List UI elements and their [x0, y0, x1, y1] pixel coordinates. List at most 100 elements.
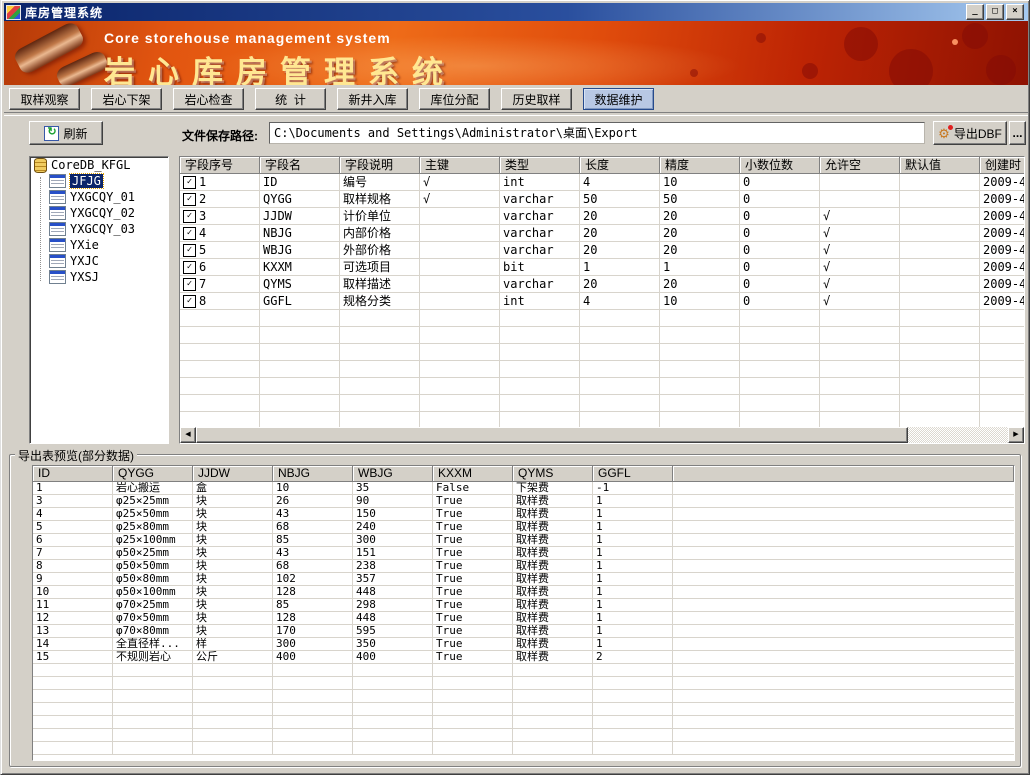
tree-item-YXGCQY_02[interactable]: YXGCQY_02: [30, 205, 168, 221]
checkbox-checked-icon[interactable]: ✓: [183, 176, 196, 189]
checkbox-checked-icon[interactable]: ✓: [183, 193, 196, 206]
preview-row[interactable]: 5φ25×80mm块68240True取样费1: [33, 521, 1014, 534]
preview-cell-NBJG: 85: [273, 534, 353, 547]
checkbox-checked-icon[interactable]: ✓: [183, 210, 196, 223]
checkbox-checked-icon[interactable]: ✓: [183, 261, 196, 274]
preview-cell-ID: 13: [33, 625, 113, 638]
empty-cell: [660, 378, 740, 395]
preview-row[interactable]: 6φ25×100mm块85300True取样费1: [33, 534, 1014, 547]
preview-column-header[interactable]: QYGG: [113, 466, 193, 482]
horizontal-scrollbar[interactable]: ◀ ▶: [180, 427, 1024, 443]
schema-column-header[interactable]: 长度: [580, 157, 660, 174]
tree-item-YXGCQY_03[interactable]: YXGCQY_03: [30, 221, 168, 237]
preview-cell-NBJG: 400: [273, 651, 353, 664]
checkbox-checked-icon[interactable]: ✓: [183, 295, 196, 308]
preview-row[interactable]: 14全直径样...样300350True取样费1: [33, 638, 1014, 651]
toolbar-button-5[interactable]: 新井入库: [337, 88, 408, 110]
tree-item-YXGCQY_01[interactable]: YXGCQY_01: [30, 189, 168, 205]
minimize-button[interactable]: _: [966, 4, 984, 20]
preview-column-header[interactable]: ID: [33, 466, 113, 482]
scrollbar-track[interactable]: [908, 427, 1008, 443]
tree-item-YXSJ[interactable]: YXSJ: [30, 269, 168, 285]
toolbar-button-3[interactable]: 岩心检查: [173, 88, 244, 110]
schema-column-header[interactable]: 小数位数: [740, 157, 820, 174]
preview-row[interactable]: 15不规则岩心公斤400400True取样费2: [33, 651, 1014, 664]
schema-column-header[interactable]: 允许空: [820, 157, 900, 174]
schema-column-header[interactable]: 精度: [660, 157, 740, 174]
preview-row[interactable]: 13φ70×80mm块170595True取样费1: [33, 625, 1014, 638]
preview-column-header[interactable]: GGFL: [593, 466, 673, 482]
schema-row[interactable]: ✓3JJDW计价单位varchar20200√2009-4-: [180, 208, 1024, 225]
schema-column-header[interactable]: 字段名: [260, 157, 340, 174]
preview-row[interactable]: 10φ50×100mm块128448True取样费1: [33, 586, 1014, 599]
title-bar[interactable]: 库房管理系统 _ □ ×: [4, 3, 1028, 21]
schema-row[interactable]: ✓8GGFL规格分类int4100√2009-4-: [180, 293, 1024, 310]
toolbar-button-8[interactable]: 数据维护: [583, 88, 654, 110]
decor-circle: [889, 49, 933, 85]
preview-row[interactable]: 12φ70×50mm块128448True取样费1: [33, 612, 1014, 625]
schema-cell-pk: [420, 242, 500, 259]
preview-column-header[interactable]: JJDW: [193, 466, 273, 482]
schema-cell-created: 2009-4-: [980, 174, 1025, 191]
preview-row[interactable]: 4φ25×50mm块43150True取样费1: [33, 508, 1014, 521]
preview-row[interactable]: 3φ25×25mm块2690True取样费1: [33, 495, 1014, 508]
preview-cell-KXXM: True: [433, 612, 513, 625]
schema-column-header[interactable]: 字段说明: [340, 157, 420, 174]
schema-body: ✓1ID编号√int41002009-4-✓2QYGG取样规格√varchar5…: [180, 174, 1024, 429]
preview-column-header[interactable]: NBJG: [273, 466, 353, 482]
maximize-button[interactable]: □: [986, 4, 1004, 20]
empty-cell: [193, 742, 273, 755]
empty-cell: [273, 664, 353, 677]
tree-root-node[interactable]: CoreDB_KFGL: [30, 157, 168, 173]
schema-row[interactable]: ✓4NBJG内部价格varchar20200√2009-4-: [180, 225, 1024, 242]
banner-subtitle: Core storehouse management system: [104, 30, 391, 46]
close-button[interactable]: ×: [1006, 4, 1024, 20]
scrollbar-thumb[interactable]: [196, 427, 908, 443]
preview-row[interactable]: 11φ70×25mm块85298True取样费1: [33, 599, 1014, 612]
tree-item-JFJG[interactable]: JFJG: [30, 173, 168, 189]
schema-column-header[interactable]: 类型: [500, 157, 580, 174]
schema-row[interactable]: ✓6KXXM可选项目bit110√2009-4-: [180, 259, 1024, 276]
preview-row[interactable]: 1岩心搬运盒1035False下架费-1: [33, 482, 1014, 495]
preview-column-header[interactable]: KXXM: [433, 466, 513, 482]
checkbox-checked-icon[interactable]: ✓: [183, 278, 196, 291]
preview-cell-JJDW: 块: [193, 586, 273, 599]
preview-row[interactable]: 8φ50×50mm块68238True取样费1: [33, 560, 1014, 573]
checkbox-checked-icon[interactable]: ✓: [183, 227, 196, 240]
schema-column-header[interactable]: 默认值: [900, 157, 980, 174]
schema-row[interactable]: ✓7QYMS取样描述varchar20200√2009-4-: [180, 276, 1024, 293]
preview-cell-GGFL: 1: [593, 599, 673, 612]
preview-column-header[interactable]: WBJG: [353, 466, 433, 482]
toolbar-button-4[interactable]: 统 计: [255, 88, 326, 110]
toolbar-button-1[interactable]: 取样观察: [9, 88, 80, 110]
toolbar-button-2[interactable]: 岩心下架: [91, 88, 162, 110]
schema-column-header[interactable]: 主键: [420, 157, 500, 174]
preview-cell-QYGG: φ70×50mm: [113, 612, 193, 625]
schema-column-header[interactable]: 创建时: [980, 157, 1025, 174]
schema-column-header[interactable]: 字段序号: [180, 157, 260, 174]
schema-row[interactable]: ✓2QYGG取样规格√varchar505002009-4-: [180, 191, 1024, 208]
refresh-button[interactable]: ↻ 刷新: [29, 121, 103, 145]
empty-cell: [180, 344, 260, 361]
scroll-left-arrow-icon[interactable]: ◀: [180, 427, 196, 443]
checkbox-checked-icon[interactable]: ✓: [183, 244, 196, 257]
preview-row[interactable]: 9φ50×80mm块102357True取样费1: [33, 573, 1014, 586]
empty-cell: [980, 395, 1025, 412]
preview-cell-NBJG: 43: [273, 508, 353, 521]
tree-item-YXie[interactable]: YXie: [30, 237, 168, 253]
preview-cell-QYGG: 不规则岩心: [113, 651, 193, 664]
browse-button[interactable]: ...: [1009, 121, 1026, 145]
preview-column-header[interactable]: QYMS: [513, 466, 593, 482]
schema-row[interactable]: ✓5WBJG外部价格varchar20200√2009-4-: [180, 242, 1024, 259]
save-path-input[interactable]: C:\Documents and Settings\Administrator\…: [269, 122, 925, 144]
schema-row[interactable]: ✓1ID编号√int41002009-4-: [180, 174, 1024, 191]
preview-row[interactable]: 7φ50×25mm块43151True取样费1: [33, 547, 1014, 560]
scroll-right-arrow-icon[interactable]: ▶: [1008, 427, 1024, 443]
schema-cell-name: GGFL: [260, 293, 340, 310]
toolbar-button-6[interactable]: 库位分配: [419, 88, 490, 110]
tree-item-YXJC[interactable]: YXJC: [30, 253, 168, 269]
save-path-label: 文件保存路径:: [182, 127, 258, 144]
decor-circle: [802, 63, 818, 79]
toolbar-button-7[interactable]: 历史取样: [501, 88, 572, 110]
export-dbf-button[interactable]: ⚙ 导出DBF: [933, 121, 1007, 145]
